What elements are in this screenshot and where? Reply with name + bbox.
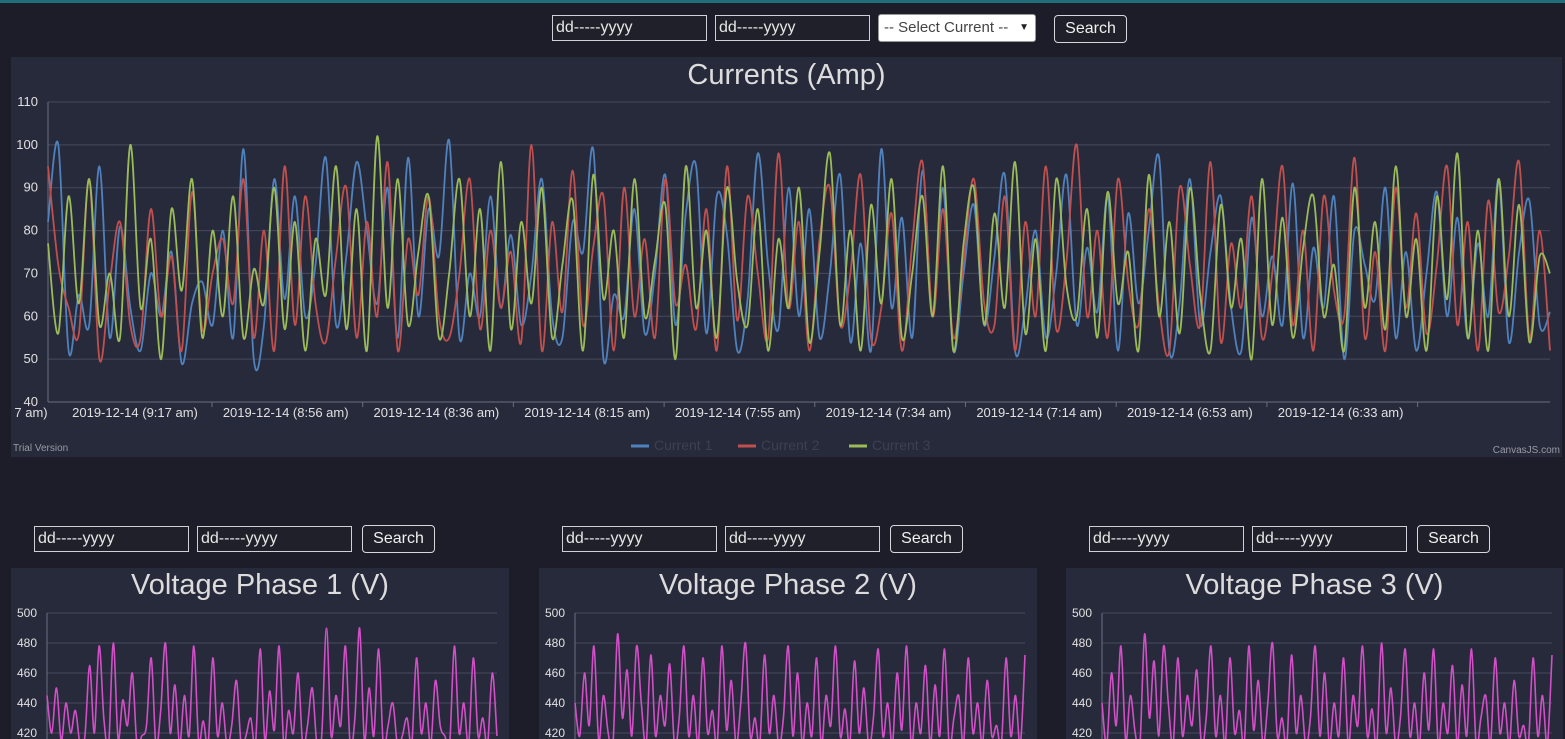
voltage2-chart-panel: Voltage Phase 2 (V) 420 440 460 480 500	[539, 568, 1037, 739]
select-current-dropdown[interactable]: -- Select Current -- ▼	[878, 14, 1036, 42]
canvasjs-credit-text[interactable]: CanvasJS.com	[1493, 445, 1560, 456]
y-tick-label: 110	[17, 94, 38, 109]
y-tick-label: 500	[1072, 606, 1092, 620]
select-current-value: -- Select Current --	[884, 19, 1009, 36]
y-tick-label: 70	[24, 265, 38, 280]
voltage1-chart-panel: Voltage Phase 1 (V) 420 440 460 480 500	[11, 568, 509, 739]
y-tick-label: 100	[16, 137, 38, 152]
x-tick-label: 2019-12-14 (6:53 am)	[1127, 405, 1253, 420]
y-tick-label: 50	[24, 351, 38, 366]
voltage3-chart: 420 440 460 480 500	[1072, 606, 1553, 739]
voltage2-search-button[interactable]: Search	[890, 525, 963, 553]
x-tick-label: 7 am)	[14, 405, 47, 420]
voltage1-search-button[interactable]: Search	[362, 525, 435, 553]
y-tick-label: 480	[545, 636, 565, 650]
y-tick-label: 90	[24, 180, 38, 195]
voltage1-date-to-input[interactable]: dd-----yyyy	[197, 526, 352, 552]
y-tick-label: 500	[17, 606, 37, 620]
series-line	[46, 627, 498, 739]
y-tick-label: 460	[1072, 666, 1092, 680]
y-tick-label: 500	[545, 606, 565, 620]
voltage3-search-button[interactable]: Search	[1417, 525, 1490, 553]
y-tick-label: 420	[545, 726, 565, 739]
y-tick-label: 440	[1072, 696, 1092, 710]
y-tick-label: 440	[17, 696, 37, 710]
currents-search-button[interactable]: Search	[1054, 15, 1127, 43]
x-tick-label: 2019-12-14 (7:55 am)	[675, 405, 801, 420]
series-line	[574, 633, 1026, 739]
x-tick-label: 2019-12-14 (6:33 am)	[1278, 405, 1404, 420]
y-tick-label: 80	[24, 223, 38, 238]
voltage1-chart: 420 440 460 480 500	[17, 606, 498, 739]
x-tick-label: 2019-12-14 (7:34 am)	[826, 405, 952, 420]
y-tick-label: 480	[1072, 636, 1092, 650]
series-line	[1101, 633, 1553, 739]
voltage3-date-to-input[interactable]: dd-----yyyy	[1252, 526, 1407, 552]
legend-label: Current 3	[872, 437, 931, 453]
trial-version-text: Trial Version	[13, 443, 69, 454]
x-tick-label: 2019-12-14 (9:17 am)	[72, 405, 198, 420]
series-line	[47, 138, 1551, 372]
currents-chart-panel: Currents (Amp) 40 50 60 70 80 90 100 110 7 am) 20…	[11, 57, 1562, 457]
legend-label: Current 1	[654, 437, 713, 453]
x-tick-label: 2019-12-14 (8:15 am)	[524, 405, 650, 420]
voltage1-date-from-input[interactable]: dd-----yyyy	[34, 526, 189, 552]
top-accent-bar	[0, 0, 1565, 3]
legend-label: Current 2	[761, 437, 820, 453]
voltage3-date-from-input[interactable]: dd-----yyyy	[1089, 526, 1244, 552]
voltage3-chart-panel: Voltage Phase 3 (V) 420 440 460 480 500	[1066, 568, 1563, 739]
voltage2-date-from-input[interactable]: dd-----yyyy	[562, 526, 717, 552]
y-tick-label: 420	[1072, 726, 1092, 739]
currents-date-from-input[interactable]: dd-----yyyy	[552, 15, 707, 41]
series-line	[47, 135, 1551, 361]
currents-date-to-input[interactable]: dd-----yyyy	[715, 15, 870, 41]
series-line	[47, 143, 1551, 363]
voltage2-date-to-input[interactable]: dd-----yyyy	[725, 526, 880, 552]
currents-chart: 4050607080901001107 am) 2019-12-14 (9:17 …	[14, 94, 1551, 453]
x-tick-label: 2019-12-14 (8:36 am)	[374, 405, 500, 420]
y-tick-label: 460	[545, 666, 565, 680]
voltage2-chart: 420 440 460 480 500	[545, 606, 1026, 739]
x-tick-label: 2019-12-14 (8:56 am)	[223, 405, 349, 420]
y-tick-label: 60	[24, 308, 38, 323]
y-tick-label: 460	[17, 666, 37, 680]
x-tick-label: 2019-12-14 (7:14 am)	[976, 405, 1102, 420]
y-tick-label: 480	[17, 636, 37, 650]
chevron-down-icon: ▼	[1019, 22, 1029, 33]
y-tick-label: 440	[545, 696, 565, 710]
y-tick-label: 420	[17, 726, 37, 739]
